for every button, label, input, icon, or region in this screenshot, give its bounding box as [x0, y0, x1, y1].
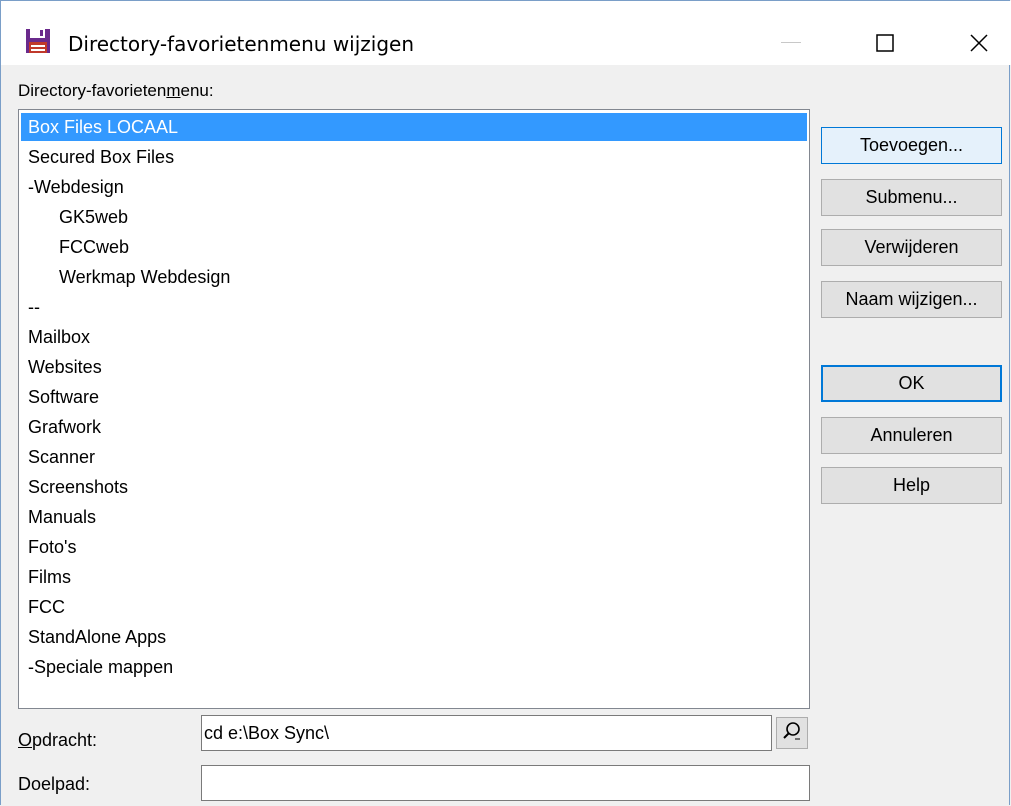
browse-button[interactable] — [776, 717, 808, 749]
list-item[interactable]: Box Files LOCAAL — [21, 113, 807, 141]
target-path-input[interactable] — [201, 765, 810, 801]
close-icon — [970, 34, 988, 52]
maximize-icon — [876, 34, 894, 52]
list-label-part: Directory-favorieten — [18, 81, 167, 100]
list-item[interactable]: StandAlone Apps — [21, 623, 807, 651]
maximize-button[interactable] — [862, 25, 908, 61]
list-item[interactable]: Scanner — [21, 443, 807, 471]
floppy-disk-icon — [25, 28, 51, 54]
list-item[interactable]: FCCweb — [21, 233, 807, 261]
list-item[interactable]: Mailbox — [21, 323, 807, 351]
favorites-list-label: Directory-favorietenmenu: — [18, 81, 214, 101]
list-item[interactable]: Secured Box Files — [21, 143, 807, 171]
list-item[interactable]: Websites — [21, 353, 807, 381]
window-title: Directory-favorietenmenu wijzigen — [68, 32, 415, 56]
list-item[interactable]: Foto's — [21, 533, 807, 561]
list-item[interactable]: GK5web — [21, 203, 807, 231]
command-label: Opdracht: — [18, 730, 97, 751]
title-bar[interactable]: Directory-favorietenmenu wijzigen — [1, 1, 1011, 65]
command-label-hotkey: O — [18, 730, 33, 750]
cancel-button[interactable]: Annuleren — [821, 417, 1002, 454]
list-item[interactable]: Films — [21, 563, 807, 591]
list-label-part: enu: — [180, 81, 214, 100]
close-button[interactable] — [956, 25, 1002, 61]
minimize-icon — [781, 41, 801, 45]
rename-button[interactable]: Naam wijzigen... — [821, 281, 1002, 318]
list-item[interactable]: -- — [21, 293, 807, 321]
list-item[interactable]: -Webdesign — [21, 173, 807, 201]
list-item[interactable]: Screenshots — [21, 473, 807, 501]
target-path-label: Doelpad: — [18, 774, 91, 794]
delete-button[interactable]: Verwijderen — [821, 229, 1002, 266]
magnifier-icon — [782, 721, 802, 746]
help-button[interactable]: Help — [821, 467, 1002, 504]
list-item[interactable]: FCC — [21, 593, 807, 621]
dialog-window: Directory-favorietenmenu wijzigen Direct… — [0, 0, 1011, 805]
list-item[interactable]: Software — [21, 383, 807, 411]
minimize-button[interactable] — [768, 25, 814, 61]
list-item[interactable]: Grafwork — [21, 413, 807, 441]
add-button[interactable]: Toevoegen... — [821, 127, 1002, 164]
list-label-hotkey: m — [166, 81, 181, 100]
list-item[interactable]: Werkmap Webdesign — [21, 263, 807, 291]
list-item[interactable]: Manuals — [21, 503, 807, 531]
submenu-button[interactable]: Submenu... — [821, 179, 1002, 216]
list-item[interactable]: -Speciale mappen — [21, 653, 807, 681]
command-label-rest: pdracht: — [32, 730, 98, 750]
favorites-listbox[interactable]: Box Files LOCAAL Secured Box Files -Webd… — [18, 109, 810, 709]
command-input[interactable]: cd e:\Box Sync\ — [201, 715, 772, 751]
ok-button[interactable]: OK — [821, 365, 1002, 402]
